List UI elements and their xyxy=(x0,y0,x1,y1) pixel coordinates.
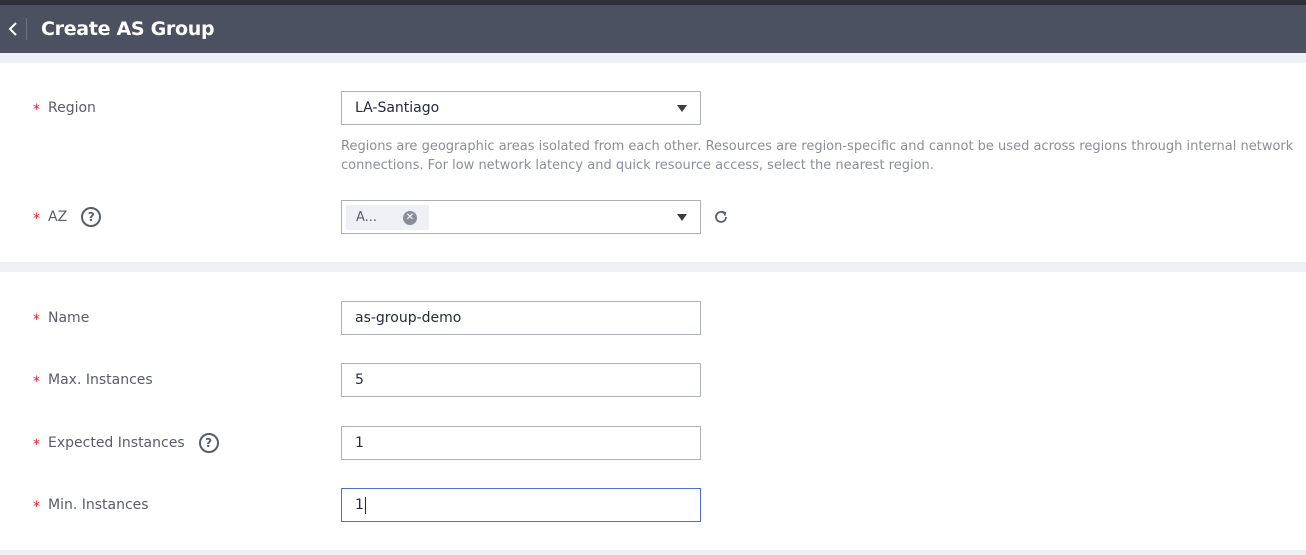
max-instances-field[interactable] xyxy=(341,363,701,397)
header-divider xyxy=(26,18,27,40)
expected-instances-label-text: Expected Instances xyxy=(48,435,185,451)
caret-down-icon xyxy=(677,214,687,221)
required-mark: * xyxy=(33,437,40,453)
name-label: * Name xyxy=(33,301,89,335)
az-label-text: AZ xyxy=(48,209,68,225)
page-header: Create AS Group xyxy=(0,5,1306,53)
max-instances-label: * Max. Instances xyxy=(33,363,153,397)
name-field[interactable] xyxy=(341,301,701,335)
text-cursor xyxy=(364,496,366,514)
az-tag-label: A... xyxy=(356,210,378,225)
expected-instances-input[interactable] xyxy=(355,427,700,459)
required-mark: * xyxy=(33,211,40,227)
min-instances-label-text: Min. Instances xyxy=(48,497,149,513)
required-mark: * xyxy=(33,102,40,118)
name-input[interactable] xyxy=(355,302,700,334)
back-button[interactable] xyxy=(0,5,26,53)
chevron-left-icon xyxy=(8,22,17,36)
required-mark: * xyxy=(33,499,40,515)
min-instances-field[interactable]: 1 xyxy=(341,488,701,522)
tag-close-icon[interactable]: ✕ xyxy=(403,211,417,225)
help-icon[interactable]: ? xyxy=(81,207,102,227)
caret-down-icon xyxy=(677,105,687,112)
max-instances-label-text: Max. Instances xyxy=(48,372,153,388)
region-label: * Region xyxy=(33,91,96,125)
region-hint: Regions are geographic areas isolated fr… xyxy=(341,139,1294,173)
region-value: LA-Santiago xyxy=(355,100,440,116)
min-instances-label: * Min. Instances xyxy=(33,488,149,522)
name-label-text: Name xyxy=(48,310,90,326)
group-config-card: * Name * Max. Instances * Expected Insta… xyxy=(0,272,1306,550)
az-select[interactable]: A... ✕ xyxy=(341,200,701,234)
region-label-text: Region xyxy=(48,100,96,116)
required-mark: * xyxy=(33,312,40,328)
max-instances-input[interactable] xyxy=(355,364,700,396)
expected-instances-field[interactable] xyxy=(341,426,701,460)
az-label: * AZ ? xyxy=(33,200,102,234)
page-title: Create AS Group xyxy=(41,18,215,40)
refresh-icon[interactable] xyxy=(712,208,730,226)
min-instances-input[interactable]: 1 xyxy=(355,497,364,513)
region-select[interactable]: LA-Santiago xyxy=(341,91,701,125)
help-icon[interactable]: ? xyxy=(198,433,219,453)
required-mark: * xyxy=(33,374,40,390)
expected-instances-label: * Expected Instances ? xyxy=(33,426,219,460)
az-tag: A... ✕ xyxy=(346,205,429,230)
region-card: * Region LA-Santiago Regions are geograp… xyxy=(0,63,1306,262)
